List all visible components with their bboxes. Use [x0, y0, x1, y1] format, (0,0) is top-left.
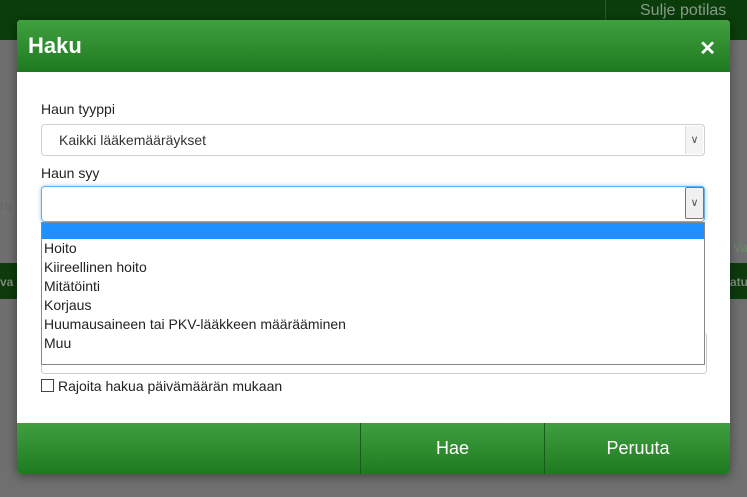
background-strip-left-label: va — [0, 275, 14, 289]
search-reason-dropdown[interactable]: Hoito Kiireellinen hoito Mitätöinti Korj… — [41, 222, 705, 365]
date-filter-checkbox[interactable] — [41, 379, 54, 392]
dropdown-option-hoito[interactable]: Hoito — [42, 239, 704, 258]
background-left-text: ra — [0, 198, 12, 213]
dropdown-option-empty[interactable] — [42, 223, 704, 239]
date-filter-row: Rajoita hakua päivämäärän mukaan — [41, 378, 282, 394]
dropdown-option-korjaus[interactable]: Korjaus — [42, 296, 704, 315]
search-reason-select[interactable]: ∨ — [41, 186, 705, 222]
dropdown-option-kiireellinen-hoito[interactable]: Kiireellinen hoito — [42, 258, 704, 277]
close-icon[interactable]: ✕ — [699, 36, 716, 61]
search-type-label: Haun tyyppi — [41, 101, 115, 117]
search-type-select[interactable]: Kaikki lääkemääräykset ∨ — [41, 124, 705, 156]
chevron-down-icon[interactable]: ∨ — [685, 126, 703, 154]
background-strip-right-label: atu — [730, 275, 747, 289]
modal-footer: Hae Peruuta — [17, 423, 730, 474]
search-button[interactable]: Hae — [360, 423, 544, 474]
modal-header: Haku ✕ — [17, 20, 730, 72]
cancel-button[interactable]: Peruuta — [544, 423, 730, 474]
modal-title: Haku — [28, 33, 82, 58]
close-patient-link[interactable]: Sulje potilas — [640, 2, 726, 20]
search-type-value: Kaikki lääkemääräykset — [59, 132, 207, 148]
chevron-down-icon[interactable]: ∨ — [685, 187, 704, 219]
search-modal: Haku ✕ Haun tyyppi Kaikki lääkemääräykse… — [17, 20, 730, 474]
date-filter-label: Rajoita hakua päivämäärän mukaan — [58, 378, 283, 394]
background-right-label: Va — [733, 240, 747, 255]
dropdown-option-mitatointi[interactable]: Mitätöinti — [42, 277, 704, 296]
dropdown-option-muu[interactable]: Muu — [42, 334, 704, 353]
search-reason-label: Haun syy — [41, 165, 100, 181]
dropdown-option-huumausaine[interactable]: Huumausaineen tai PKV-lääkkeen määräämin… — [42, 315, 704, 334]
